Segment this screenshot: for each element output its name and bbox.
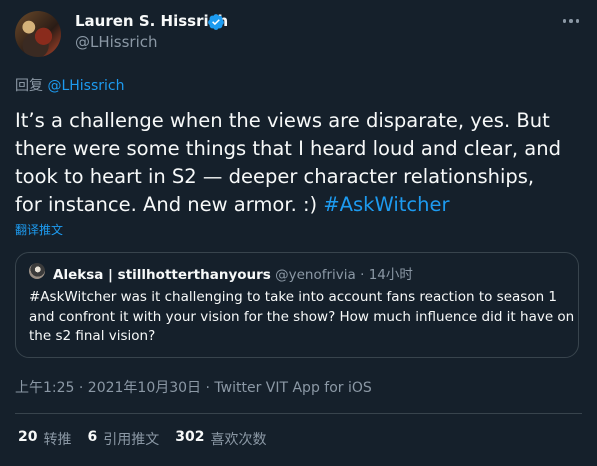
author-handle[interactable]: @LHissrich <box>75 33 158 51</box>
likes-stat[interactable]: 302 喜欢次数 <box>175 429 266 449</box>
quotes-stat[interactable]: 6 引用推文 <box>87 429 159 449</box>
tweet-text-segment: for instance. And new armor. :) <box>15 193 324 216</box>
retweets-label: 转推 <box>43 432 72 448</box>
quoted-text-line: and confront it with your vision for the… <box>29 308 575 325</box>
retweets-count: 20 <box>18 429 38 445</box>
retweets-stat[interactable]: 20 转推 <box>18 429 71 449</box>
likes-count: 302 <box>175 429 205 445</box>
author-name[interactable]: Lauren S. Hissrich <box>75 12 228 30</box>
quoted-text-line: #AskWitcher was it challenging to take i… <box>29 289 558 305</box>
reply-prefix: 回复 <box>15 78 43 94</box>
tweet: Lauren S. Hissrich @LHissrich 回复 @LHissr… <box>0 0 597 466</box>
translate-tweet-link[interactable]: 翻译推文 <box>15 221 63 238</box>
quotes-count: 6 <box>87 429 98 445</box>
quoted-tweet-card[interactable]: Aleksa | stillhotterthanyours @yenofrivi… <box>15 252 579 358</box>
reply-mention-link[interactable]: @LHissrich <box>47 78 124 94</box>
divider <box>15 413 582 414</box>
tweet-text-line-last: for instance. And new armor. :) #AskWitc… <box>15 191 587 219</box>
quoted-tweet-header: Aleksa | stillhotterthanyours @yenofrivi… <box>53 263 413 283</box>
quoted-author-name: Aleksa | stillhotterthanyours <box>53 267 271 283</box>
verified-badge-icon <box>208 14 224 30</box>
tweet-text: It’s a challenge when the views are disp… <box>15 107 587 219</box>
quoted-tweet-text: #AskWitcher was it challenging to take i… <box>29 288 575 347</box>
quoted-author-handle: @yenofrivia <box>275 267 356 283</box>
engagement-stats: 20 转推 6 引用推文 302 喜欢次数 <box>18 429 266 449</box>
hashtag-link[interactable]: #AskWitcher <box>323 193 449 216</box>
likes-label: 喜欢次数 <box>210 432 267 448</box>
tweet-text-line: It’s a challenge when the views are disp… <box>15 109 550 132</box>
reply-context: 回复 @LHissrich <box>15 75 124 95</box>
tweet-metadata[interactable]: 上午1:25 · 2021年10月30日 · Twitter VIT App f… <box>15 377 372 397</box>
quoted-tweet-separator: · <box>360 267 365 283</box>
quoted-tweet-time: 14小时 <box>368 267 413 283</box>
tweet-text-line: there were some things that I heard loud… <box>15 137 561 160</box>
quoted-author-avatar <box>29 263 45 279</box>
more-options-icon[interactable] <box>560 14 582 28</box>
quoted-text-line: the s2 final vision? <box>29 328 156 344</box>
tweet-text-line: took to heart in S2 — deeper character r… <box>15 165 535 188</box>
quotes-label: 引用推文 <box>103 432 160 448</box>
author-avatar[interactable] <box>15 11 61 57</box>
